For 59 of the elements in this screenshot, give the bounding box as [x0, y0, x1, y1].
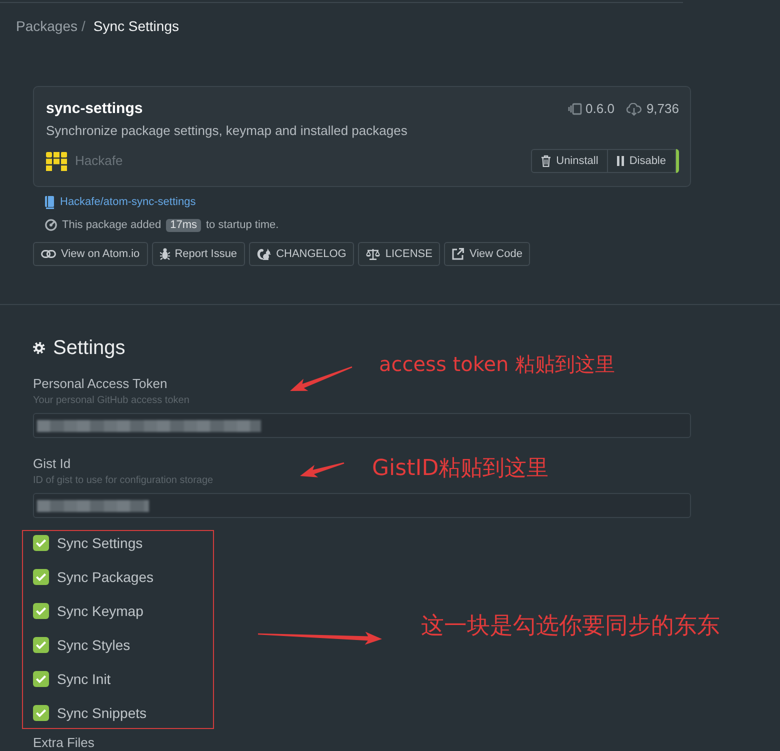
check-icon — [36, 675, 46, 683]
link-button[interactable]: CHANGELOG — [249, 242, 354, 266]
package-name: sync-settings — [46, 99, 143, 119]
repository-link[interactable]: Hackafe/atom-sync-settings — [60, 194, 196, 210]
checkbox[interactable] — [33, 705, 49, 721]
startup-time-badge: 17ms — [166, 218, 201, 232]
stacked-pages-icon — [568, 103, 582, 115]
external-link-icon — [452, 248, 464, 260]
breadcrumb-item[interactable]: Sync Settings — [93, 18, 179, 35]
check-icon — [36, 709, 46, 717]
checkbox[interactable] — [33, 535, 49, 551]
uninstall-button[interactable]: Uninstall — [531, 149, 608, 173]
breadcrumb-item[interactable]: Packages — [16, 18, 78, 35]
startup-text: This package added — [62, 218, 162, 233]
check-icon — [36, 607, 46, 615]
input-field[interactable] — [33, 493, 691, 518]
section-label: Extra Files — [33, 735, 94, 751]
checkbox[interactable] — [33, 671, 49, 687]
check-icon — [36, 573, 46, 581]
version-text: 0.6.0 — [586, 100, 614, 118]
pause-icon — [617, 156, 624, 166]
checkbox[interactable] — [33, 637, 49, 653]
startup-text: to startup time. — [206, 218, 279, 233]
check-icon — [36, 539, 46, 547]
balance-scale-icon — [366, 248, 380, 260]
author-name: Hackafe — [75, 152, 123, 170]
gear-icon — [33, 342, 45, 354]
option-label[interactable]: Sync Init — [57, 668, 111, 690]
checkbox[interactable] — [33, 603, 49, 619]
input-field[interactable] — [33, 413, 691, 438]
checkbox[interactable] — [33, 569, 49, 585]
link-button[interactable]: LICENSE — [358, 242, 440, 266]
package-description: Synchronize package settings, keymap and installed packages — [46, 122, 408, 140]
annotation-text: GistID粘贴到这里 — [372, 456, 549, 482]
settings-heading: Settings — [53, 336, 126, 361]
field-label: Personal Access Token — [33, 375, 168, 392]
trash-icon — [541, 155, 552, 167]
annotation-text: access token 粘贴到这里 — [379, 352, 616, 376]
option-label[interactable]: Sync Keymap — [57, 600, 144, 622]
squirrel-icon — [257, 248, 272, 260]
option-label[interactable]: Sync Snippets — [57, 702, 146, 724]
check-icon — [36, 641, 46, 649]
breadcrumb-separator: / — [81, 18, 86, 35]
option-label[interactable]: Sync Packages — [57, 566, 154, 588]
grid-logo-icon — [46, 152, 67, 170]
disable-button[interactable]: Disable — [608, 149, 676, 173]
gauge-icon — [45, 219, 57, 231]
book-icon — [45, 196, 55, 208]
link-button[interactable]: Report Issue — [152, 242, 246, 266]
field-label: Gist Id — [33, 455, 71, 472]
annotation-text: 这一块是勾选你要同步的东东 — [421, 613, 720, 641]
link-icon — [41, 250, 56, 258]
bug-icon — [160, 248, 170, 260]
download-count: 9,736 — [646, 100, 679, 118]
option-label[interactable]: Sync Styles — [57, 634, 130, 656]
cloud-download-icon — [626, 102, 642, 116]
option-label[interactable]: Sync Settings — [57, 532, 143, 554]
link-button[interactable]: View Code — [444, 242, 530, 266]
link-button[interactable]: View on Atom.io — [33, 242, 148, 266]
